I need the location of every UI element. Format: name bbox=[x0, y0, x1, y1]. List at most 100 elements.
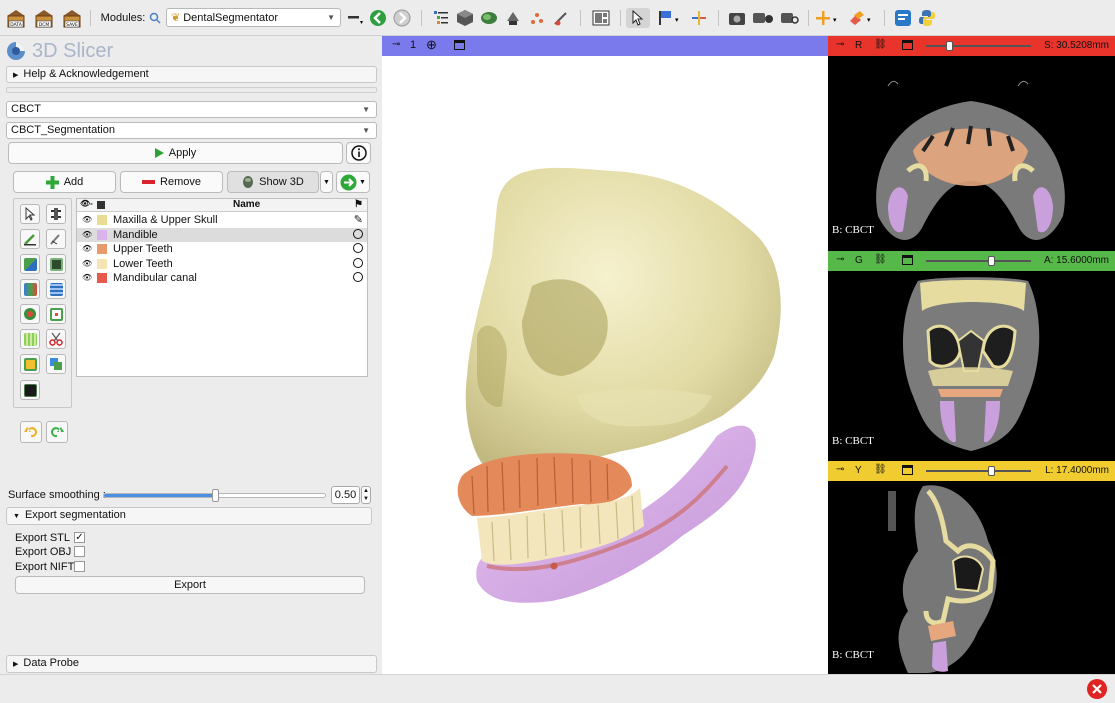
center-view-icon[interactable]: ⊕ bbox=[426, 37, 437, 53]
segment-name[interactable]: Lower Teeth bbox=[113, 257, 173, 271]
effect-erase-button[interactable] bbox=[20, 254, 40, 274]
load-dicom-button[interactable]: DCM bbox=[32, 8, 56, 28]
surface-smoothing-spinbox[interactable]: 0.50 bbox=[331, 486, 360, 504]
segmentation-selector[interactable]: CBCT_Segmentation ▼ bbox=[6, 122, 377, 139]
surface-smoothing-slider[interactable] bbox=[103, 489, 326, 502]
extension-manager-button[interactable] bbox=[778, 8, 802, 28]
segment-name[interactable]: Mandibular canal bbox=[113, 271, 197, 285]
green-slice-view[interactable]: ⊸ G ⛓ A: 15.6000mm B: CBCT bbox=[828, 251, 1115, 461]
remove-segment-button[interactable]: Remove bbox=[120, 171, 223, 193]
effect-margin-button[interactable] bbox=[20, 304, 40, 324]
maximize-view-icon[interactable] bbox=[902, 255, 913, 265]
pin-icon[interactable]: ⊸ bbox=[836, 464, 844, 475]
link-icon[interactable]: ⛓ bbox=[874, 254, 887, 265]
data-module-button[interactable] bbox=[430, 8, 452, 28]
link-icon[interactable]: ⛓ bbox=[874, 39, 887, 50]
spinbox-arrows[interactable]: ▲ ▼ bbox=[361, 486, 371, 504]
pin-icon[interactable]: ⊸ bbox=[392, 39, 400, 50]
mouse-mode-view-button[interactable] bbox=[626, 8, 650, 28]
segment-editor-module-button[interactable] bbox=[550, 8, 572, 28]
maximize-view-icon[interactable] bbox=[902, 40, 913, 50]
effect-fill-between-slices-button[interactable] bbox=[46, 279, 66, 299]
segment-color-swatch[interactable] bbox=[97, 229, 107, 240]
export-button[interactable]: Export bbox=[15, 576, 365, 594]
input-volume-selector[interactable]: CBCT ▼ bbox=[6, 101, 377, 118]
transforms-module-button[interactable] bbox=[502, 8, 524, 28]
link-icon[interactable]: ⛓ bbox=[874, 464, 887, 475]
effect-logical-operators-button[interactable] bbox=[46, 354, 66, 374]
segment-name[interactable]: Upper Teeth bbox=[113, 242, 173, 256]
layout-button[interactable] bbox=[590, 8, 612, 28]
effect-scissors-button[interactable] bbox=[46, 329, 66, 349]
export-stl-checkbox[interactable]: ✓ bbox=[74, 532, 85, 543]
view-link-button[interactable]: ▾ bbox=[846, 8, 878, 28]
green-slice-slider-handle[interactable] bbox=[988, 256, 996, 266]
apply-button[interactable]: Apply bbox=[8, 142, 343, 164]
models-module-button[interactable] bbox=[478, 8, 500, 28]
undo-button[interactable] bbox=[20, 421, 42, 443]
save-button[interactable]: SAVE bbox=[60, 8, 84, 28]
segment-status-icon[interactable] bbox=[353, 243, 363, 254]
data-probe-section[interactable]: ▶ Data Probe bbox=[6, 655, 377, 673]
segment-name[interactable]: Mandible bbox=[113, 228, 158, 242]
segment-color-swatch[interactable] bbox=[97, 215, 107, 225]
volumes-module-button[interactable] bbox=[454, 8, 476, 28]
help-acknowledgement-section[interactable]: ▶ Help & Acknowledgement bbox=[6, 66, 377, 83]
yellow-slice-slider-handle[interactable] bbox=[988, 466, 996, 476]
effect-grow-from-seeds-button[interactable] bbox=[20, 279, 40, 299]
effect-paint-button[interactable] bbox=[20, 229, 40, 249]
show-3d-button[interactable]: Show 3D bbox=[227, 171, 319, 193]
next-module-button[interactable] bbox=[391, 8, 413, 28]
eye-icon[interactable]: 👁 bbox=[82, 242, 92, 256]
segment-status-icon[interactable] bbox=[353, 228, 363, 239]
segment-status-icon[interactable] bbox=[353, 257, 363, 268]
eye-icon[interactable]: 👁 bbox=[82, 228, 92, 242]
effect-none-button[interactable] bbox=[20, 204, 40, 224]
effect-mask-volume-button[interactable] bbox=[20, 380, 40, 400]
red-slice-view[interactable]: ⊸ R ⛓ S: 30.5208mm B: CBCT bbox=[828, 36, 1115, 251]
place-fiducial-button[interactable]: ▾ bbox=[654, 8, 684, 28]
redo-button[interactable] bbox=[46, 421, 68, 443]
effect-islands-button[interactable] bbox=[20, 354, 40, 374]
segment-color-swatch[interactable] bbox=[97, 258, 107, 269]
maximize-view-icon[interactable] bbox=[454, 40, 465, 50]
slicer-logo-button[interactable] bbox=[892, 8, 914, 28]
surface-smoothing-handle[interactable] bbox=[211, 489, 219, 502]
segment-actions-button[interactable]: ▼ bbox=[336, 171, 370, 193]
crosshair-mode-button[interactable]: ▾ bbox=[812, 8, 844, 28]
segment-color-swatch[interactable] bbox=[97, 244, 107, 255]
segment-row[interactable]: 👁 Maxilla & Upper Skull ✎ bbox=[77, 213, 367, 228]
effect-threshold-button[interactable] bbox=[46, 204, 66, 224]
red-slice-slider-handle[interactable] bbox=[946, 41, 954, 51]
python-console-button[interactable] bbox=[916, 8, 938, 28]
eye-icon[interactable]: 👁 bbox=[82, 257, 92, 271]
module-history-button[interactable]: ▾ bbox=[345, 8, 365, 28]
effect-level-tracing-button[interactable] bbox=[46, 254, 66, 274]
markups-module-button[interactable] bbox=[526, 8, 548, 28]
yellow-slice-view[interactable]: ⊸ Y ⛓ L: 17.4000mm B: CBCT bbox=[828, 461, 1115, 674]
pin-icon[interactable]: ⊸ bbox=[836, 254, 844, 265]
module-search-icon[interactable] bbox=[148, 8, 162, 28]
export-segmentation-section[interactable]: ▼ Export segmentation bbox=[6, 507, 372, 525]
3d-view[interactable]: ⊸ 1 ⊕ bbox=[382, 36, 828, 674]
add-segment-button[interactable]: Add bbox=[13, 171, 116, 193]
maximize-view-icon[interactable] bbox=[902, 465, 913, 475]
export-nifti-checkbox[interactable] bbox=[74, 561, 85, 572]
green-slice-offset-slider[interactable] bbox=[926, 260, 1031, 262]
error-log-button[interactable] bbox=[1087, 679, 1107, 699]
previous-module-button[interactable] bbox=[367, 8, 389, 28]
red-slice-offset-slider[interactable] bbox=[926, 45, 1031, 47]
show-3d-menu-button[interactable]: ▼ bbox=[320, 171, 333, 193]
pencil-icon[interactable]: ✎ bbox=[354, 213, 363, 227]
export-obj-checkbox[interactable] bbox=[74, 546, 85, 557]
pin-icon[interactable]: ⊸ bbox=[836, 39, 844, 50]
screenshot-button[interactable] bbox=[726, 8, 748, 28]
info-button[interactable] bbox=[346, 142, 371, 164]
segment-color-swatch[interactable] bbox=[97, 273, 107, 284]
load-data-button[interactable]: DATA bbox=[4, 8, 28, 28]
segment-status-icon[interactable] bbox=[353, 272, 363, 283]
eye-icon[interactable]: 👁 bbox=[82, 213, 92, 227]
effect-draw-button[interactable] bbox=[46, 229, 66, 249]
eye-icon[interactable]: 👁 bbox=[82, 271, 92, 285]
effect-smoothing-button[interactable] bbox=[20, 329, 40, 349]
